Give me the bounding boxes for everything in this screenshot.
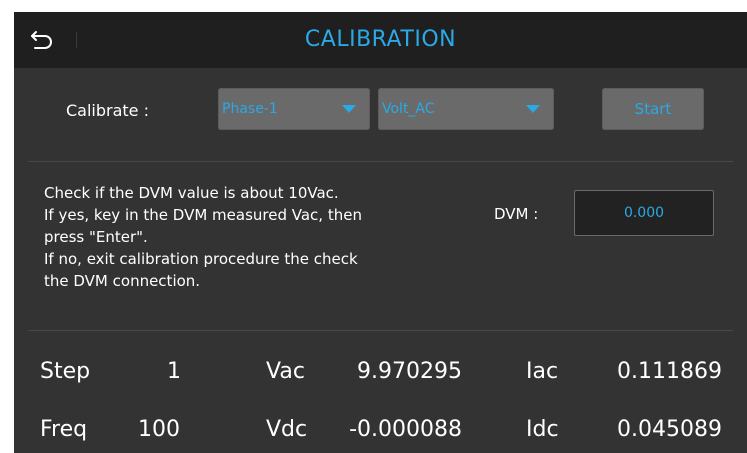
page-title: CALIBRATION — [304, 27, 457, 52]
chevron-down-icon — [526, 105, 540, 113]
instruction-text: Check if the DVM value is about 10Vac. I… — [44, 182, 464, 292]
calibration-screen: CALIBRATION Calibrate : Phase-1 Volt_AC … — [14, 12, 747, 453]
instruction-line: If yes, key in the DVM measured Vac, the… — [44, 206, 362, 224]
iac-label: Iac — [526, 359, 559, 384]
mode-select[interactable]: Volt_AC — [378, 88, 554, 130]
freq-label: Freq — [40, 417, 88, 442]
vac-label: Vac — [266, 359, 305, 384]
divider — [28, 330, 733, 331]
instruction-line: press "Enter". — [44, 228, 148, 246]
instruction-line: Check if the DVM value is about 10Vac. — [44, 184, 339, 202]
dvm-input[interactable]: 0.000 — [574, 190, 714, 236]
title-bar: CALIBRATION — [14, 12, 747, 68]
iac-value: 0.111869 — [617, 359, 722, 384]
vdc-value: -0.000088 — [349, 417, 462, 442]
phase-select[interactable]: Phase-1 — [218, 88, 370, 130]
divider — [28, 161, 733, 162]
idc-value: 0.045089 — [617, 417, 722, 442]
back-arrow-icon[interactable] — [30, 28, 54, 52]
freq-value: 100 — [138, 417, 180, 442]
title-divider — [76, 32, 77, 48]
vac-value: 9.970295 — [357, 359, 462, 384]
instruction-line: the DVM connection. — [44, 272, 201, 290]
calibrate-label: Calibrate : — [66, 101, 149, 120]
dvm-label: DVM : — [494, 205, 539, 223]
chevron-down-icon — [342, 105, 356, 113]
start-button[interactable]: Start — [602, 88, 704, 130]
vdc-label: Vdc — [266, 417, 308, 442]
step-value: 1 — [167, 359, 181, 384]
phase-select-value: Phase-1 — [222, 101, 278, 117]
step-label: Step — [40, 359, 91, 384]
mode-select-value: Volt_AC — [382, 101, 435, 117]
instruction-line: If no, exit calibration procedure the ch… — [44, 250, 358, 268]
idc-label: Idc — [526, 417, 559, 442]
